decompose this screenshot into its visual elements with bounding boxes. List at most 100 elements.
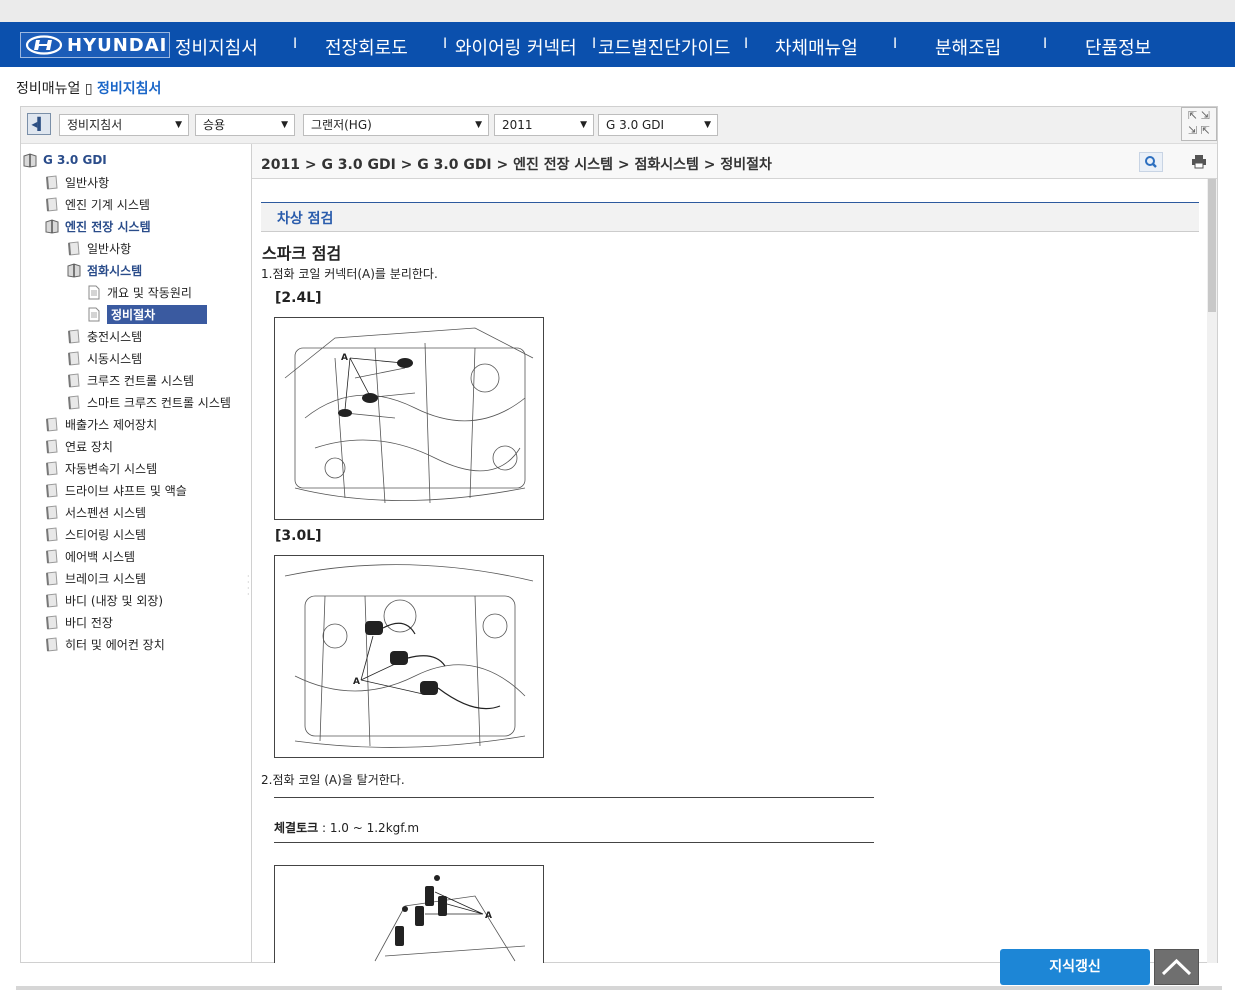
- nav-item-part-info[interactable]: 단품정보: [1085, 34, 1151, 60]
- tree-item[interactable]: 개요 및 작동원리: [87, 282, 192, 302]
- engine-select-value: G 3.0 GDI: [606, 118, 665, 132]
- tree-item-label: 개요 및 작동원리: [107, 285, 192, 300]
- tree-item-label: 크루즈 컨트롤 시스템: [87, 373, 194, 388]
- engine-select[interactable]: G 3.0 GDI ▼: [598, 114, 718, 136]
- book-icon: [67, 328, 81, 344]
- book-icon: [45, 174, 59, 190]
- chevron-up-icon: [1161, 958, 1192, 976]
- model-select[interactable]: 그랜저(HG) ▼: [303, 114, 489, 136]
- scrollbar-thumb[interactable]: [1208, 179, 1216, 312]
- tree-item[interactable]: 자동변속기 시스템: [45, 458, 157, 478]
- nav-separator: I: [293, 36, 298, 52]
- tree-item-label: 충전시스템: [87, 329, 143, 344]
- book-icon: [45, 416, 59, 432]
- tree-item-label: 스마트 크루즈 컨트롤 시스템: [87, 395, 231, 410]
- search-button[interactable]: [1139, 152, 1163, 172]
- document-icon: [87, 285, 101, 300]
- fullscreen-button[interactable]: ⇱ ⇲ ⇲ ⇱: [1181, 107, 1217, 141]
- nav-item-dtc-guide[interactable]: 코드별진단가이드: [598, 34, 730, 60]
- book-icon: [45, 636, 59, 652]
- nav-item-wiring-connector[interactable]: 와이어링 커넥터: [455, 34, 577, 60]
- content-scrollbar[interactable]: [1207, 179, 1217, 963]
- tree-item[interactable]: 히터 및 에어컨 장치: [45, 634, 165, 654]
- nav-item-disassembly[interactable]: 분해조립: [935, 34, 1001, 60]
- manual-select[interactable]: 정비지침서 ▼: [59, 114, 189, 136]
- tree-item-label: 연료 장치: [65, 439, 113, 454]
- tree-item[interactable]: 스마트 크루즈 컨트롤 시스템: [67, 392, 231, 412]
- tree-item[interactable]: 바디 (내장 및 외장): [45, 590, 163, 610]
- tree-item[interactable]: 바디 전장: [45, 612, 113, 632]
- tree-item-label: 일반사항: [65, 175, 110, 190]
- tree-item[interactable]: 배출가스 제어장치: [45, 414, 157, 434]
- bottom-divider: [16, 986, 1222, 990]
- callout-label-a: A: [485, 911, 492, 921]
- tree-item[interactable]: 점화시스템: [67, 260, 142, 280]
- variant-label-2-4l: [2.4L]: [275, 290, 322, 306]
- nav-item-body-manual[interactable]: 차체매뉴얼: [775, 34, 858, 60]
- tree-item-label: 엔진 전장 시스템: [65, 219, 151, 234]
- tree-item-label: G 3.0 GDI: [43, 153, 107, 167]
- category-select[interactable]: 승용 ▼: [195, 114, 295, 136]
- open-book-icon: [23, 152, 37, 168]
- tree-item[interactable]: 서스펜션 시스템: [45, 502, 146, 522]
- book-icon: [45, 482, 59, 498]
- tree-item[interactable]: 일반사항: [67, 238, 131, 258]
- top-strip: [0, 0, 1235, 22]
- tree-item-label: 히터 및 에어컨 장치: [65, 637, 165, 652]
- book-icon: [45, 570, 59, 586]
- breadcrumb-root[interactable]: 정비매뉴얼: [16, 81, 80, 97]
- book-icon: [45, 504, 59, 520]
- step-1-text: 1.점화 코일 커넥터(A)를 분리한다.: [261, 267, 438, 281]
- open-book-icon: [45, 218, 59, 234]
- ignition-coil-diagram: A: [274, 865, 544, 963]
- tree-item[interactable]: 스티어링 시스템: [45, 524, 146, 544]
- hyundai-logo[interactable]: HYUNDAI: [20, 32, 170, 58]
- tree-item[interactable]: 충전시스템: [67, 326, 142, 346]
- tree-item[interactable]: G 3.0 GDI: [23, 150, 107, 170]
- sidebar-resize-handle[interactable]: · · · ·: [247, 573, 251, 604]
- tree-item-label: 바디 (내장 및 외장): [65, 593, 164, 608]
- engine-illustration: A: [284, 564, 534, 748]
- filter-toolbar: ◂▍ 정비지침서 ▼ 승용 ▼ 그랜저(HG) ▼ 2011 ▼ G 3.0 GDI ▼ …: [21, 107, 1217, 144]
- tree-item[interactable]: 브레이크 시스템: [45, 568, 146, 588]
- step-2-text: 2.점화 코일 (A)을 탈거한다.: [261, 773, 405, 787]
- scroll-to-top-button[interactable]: [1154, 949, 1199, 985]
- dropdown-arrow-icon: ▼: [281, 120, 288, 130]
- tree-item-label: 시동시스템: [87, 351, 143, 366]
- callout-label-a: A: [353, 677, 360, 687]
- knowledge-update-button[interactable]: 지식갱신: [1000, 949, 1150, 985]
- open-book-icon: [67, 262, 81, 278]
- tree-item[interactable]: 일반사항: [45, 172, 109, 192]
- tree-item-label: 에어백 시스템: [65, 549, 136, 564]
- model-select-value: 그랜저(HG): [311, 118, 372, 132]
- tree-item[interactable]: 정비절차: [87, 304, 208, 324]
- variant-label-3-0l: [3.0L]: [275, 528, 322, 544]
- engine-illustration: A: [284, 327, 534, 504]
- tree-item[interactable]: 엔진 전장 시스템: [45, 216, 151, 236]
- nav-item-service-manual[interactable]: 정비지침서: [175, 34, 258, 60]
- print-button[interactable]: [1189, 152, 1209, 172]
- printer-icon: [1192, 155, 1206, 169]
- tree-item[interactable]: 연료 장치: [45, 436, 113, 456]
- tree-item-label: 자동변속기 시스템: [65, 461, 158, 476]
- dropdown-arrow-icon: ▼: [475, 120, 482, 130]
- collapse-sidebar-button[interactable]: ◂▍: [27, 113, 51, 135]
- document-content: 2011 > G 3.0 GDI > G 3.0 GDI > 엔진 전장 시스템…: [252, 144, 1217, 963]
- nav-separator: I: [744, 36, 749, 52]
- tree-item[interactable]: 엔진 기계 시스템: [45, 194, 150, 214]
- breadcrumb-current: 정비지침서: [97, 81, 162, 97]
- breadcrumb-separator: ▯: [84, 81, 93, 97]
- nav-item-wiring-diagram[interactable]: 전장회로도: [325, 34, 408, 60]
- tree-item[interactable]: 시동시스템: [67, 348, 142, 368]
- book-icon: [45, 592, 59, 608]
- tree-item[interactable]: 에어백 시스템: [45, 546, 135, 566]
- year-select[interactable]: 2011 ▼: [494, 114, 594, 136]
- tree-item-label: 정비절차: [107, 304, 208, 324]
- category-select-value: 승용: [203, 118, 226, 132]
- tree-item[interactable]: 드라이브 샤프트 및 액슬: [45, 480, 187, 500]
- tree-item[interactable]: 크루즈 컨트롤 시스템: [67, 370, 194, 390]
- book-icon: [45, 548, 59, 564]
- content-breadcrumb: 2011 > G 3.0 GDI > G 3.0 GDI > 엔진 전장 시스템…: [261, 157, 772, 173]
- manual-panel: ◂▍ 정비지침서 ▼ 승용 ▼ 그랜저(HG) ▼ 2011 ▼ G 3.0 GDI ▼ …: [20, 106, 1218, 963]
- nav-separator: I: [1043, 36, 1048, 52]
